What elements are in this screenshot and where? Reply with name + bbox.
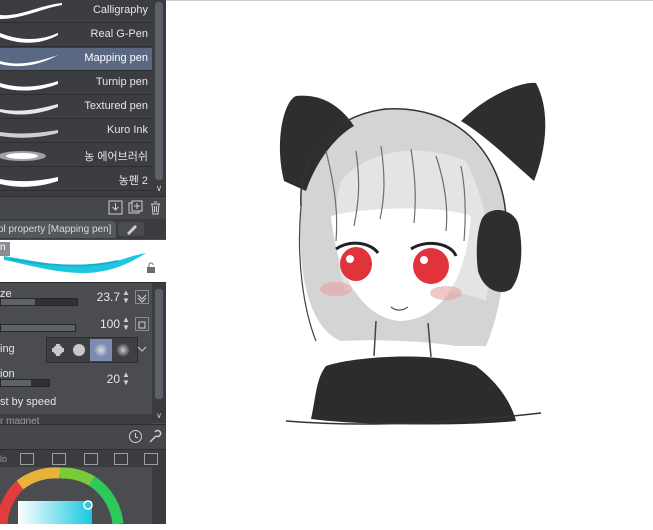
pencil-icon[interactable]: [118, 222, 144, 236]
brush-preview: [0, 240, 166, 283]
brush-list-scrollbar[interactable]: ∨: [152, 0, 166, 196]
tab-tool-property[interactable]: ol property [Mapping pen]: [0, 221, 116, 238]
stabilization-slider[interactable]: [0, 379, 50, 387]
tab-color-label[interactable]: lo: [0, 454, 7, 464]
property-opacity: 100 ▲ ▼: [0, 310, 152, 334]
brush-stroke-preview: [4, 253, 146, 274]
pages-icon[interactable]: [84, 453, 98, 465]
size-spinner[interactable]: ▲ ▼: [121, 289, 131, 307]
brush-stroke-preview: [0, 130, 58, 138]
preview-name-tag: n: [0, 242, 10, 256]
opacity-slider[interactable]: [0, 324, 76, 332]
size-value[interactable]: 23.7: [88, 290, 120, 304]
stabilization-spinner[interactable]: ▲ ▼: [121, 371, 131, 389]
brush-stroke-preview: [0, 33, 58, 43]
wrench-icon[interactable]: [147, 429, 162, 444]
scrollbar-thumb[interactable]: [155, 2, 163, 180]
grid-icon[interactable]: [144, 453, 158, 465]
opacity-spinner[interactable]: ▲ ▼: [121, 316, 131, 334]
scrollbar-thumb[interactable]: [155, 289, 163, 399]
tool-panel: Calligraphy Real G-Pen Mapping pen Turni…: [0, 0, 166, 524]
properties-scrollbar[interactable]: ∨: [152, 283, 166, 423]
property-size: ze 23.7 ▲ ▼: [0, 285, 152, 309]
airbrush-tip-icon[interactable]: [116, 343, 130, 357]
size-slider[interactable]: [0, 298, 78, 306]
brush-item-pen-2[interactable]: 농펜 2: [0, 168, 152, 191]
color-panel-scrollbar[interactable]: [152, 467, 166, 524]
layers-icon[interactable]: [52, 453, 66, 465]
brush-stroke-preview: [0, 151, 46, 161]
brush-label: Kuro Ink: [107, 124, 148, 136]
trash-icon[interactable]: [148, 200, 163, 215]
brush-label: Mapping pen: [84, 52, 148, 64]
brush-list: Calligraphy Real G-Pen Mapping pen Turni…: [0, 0, 152, 196]
brush-item-airbrush[interactable]: 농 에어브러쉬: [0, 144, 152, 167]
pressure-icon[interactable]: [135, 290, 149, 304]
property-label: st by speed: [0, 396, 57, 408]
brush-item-real-g-pen[interactable]: Real G-Pen: [0, 24, 152, 47]
opacity-value[interactable]: 100: [88, 317, 120, 331]
brush-item-kuro-ink[interactable]: Kuro Ink: [0, 120, 152, 143]
brush-label: Calligraphy: [92, 4, 148, 16]
brush-label: Turnip pen: [95, 76, 148, 88]
expand-icon[interactable]: [135, 317, 149, 331]
property-vector-magnet[interactable]: r magnet: [0, 414, 152, 424]
property-anti-aliasing: ing: [0, 337, 152, 363]
brush-stroke-preview: [0, 81, 58, 91]
color-wheel[interactable]: [0, 467, 152, 524]
settings-icon[interactable]: [20, 453, 34, 465]
brush-label: 농 에어브러쉬: [84, 151, 148, 163]
brush-stroke-preview: [0, 3, 62, 19]
brush-item-mapping-pen[interactable]: Mapping pen: [0, 48, 152, 71]
download-icon[interactable]: [108, 200, 123, 215]
artwork: [279, 82, 546, 425]
property-stabilization: ion 20 ▲ ▼: [0, 365, 152, 389]
brush-item-turnip-pen[interactable]: Turnip pen: [0, 72, 152, 95]
anti-aliasing-options: [46, 337, 138, 363]
chevron-down-icon[interactable]: ∨: [154, 182, 164, 194]
blur-tip-icon[interactable]: [94, 343, 108, 357]
drawing-canvas[interactable]: [166, 0, 653, 524]
document-icon[interactable]: [114, 453, 128, 465]
lock-icon[interactable]: [145, 262, 157, 274]
brush-stroke-preview: [0, 177, 58, 187]
property-label: ing: [0, 343, 15, 355]
duplicate-icon[interactable]: [128, 200, 143, 215]
brush-stroke-preview: [0, 104, 58, 115]
property-toolbar: [0, 424, 166, 449]
chevron-down-icon[interactable]: [136, 344, 148, 354]
tool-property-title: ol property [Mapping pen]: [0, 224, 112, 235]
stabilization-value[interactable]: 20: [88, 372, 120, 386]
brush-stroke-preview: [0, 55, 58, 67]
brush-label: 농펜 2: [118, 175, 148, 187]
brush-list-toolbar: [0, 196, 166, 219]
brush-item-textured-pen[interactable]: Textured pen: [0, 96, 152, 119]
hard-tip-icon[interactable]: [51, 343, 65, 357]
property-label: r magnet: [0, 416, 40, 424]
preview-name-label: n: [0, 242, 6, 253]
color-wheel-panel: [0, 467, 166, 524]
chevron-down-icon[interactable]: ∨: [154, 411, 164, 421]
soft-tip-icon[interactable]: [72, 343, 86, 357]
brush-label: Textured pen: [84, 100, 148, 112]
brush-item-calligraphy[interactable]: Calligraphy: [0, 0, 152, 23]
palette-tab-strip: lo: [0, 449, 166, 468]
brush-label: Real G-Pen: [90, 28, 148, 40]
tool-property-header: ol property [Mapping pen]: [0, 219, 166, 239]
clock-icon[interactable]: [128, 429, 143, 444]
